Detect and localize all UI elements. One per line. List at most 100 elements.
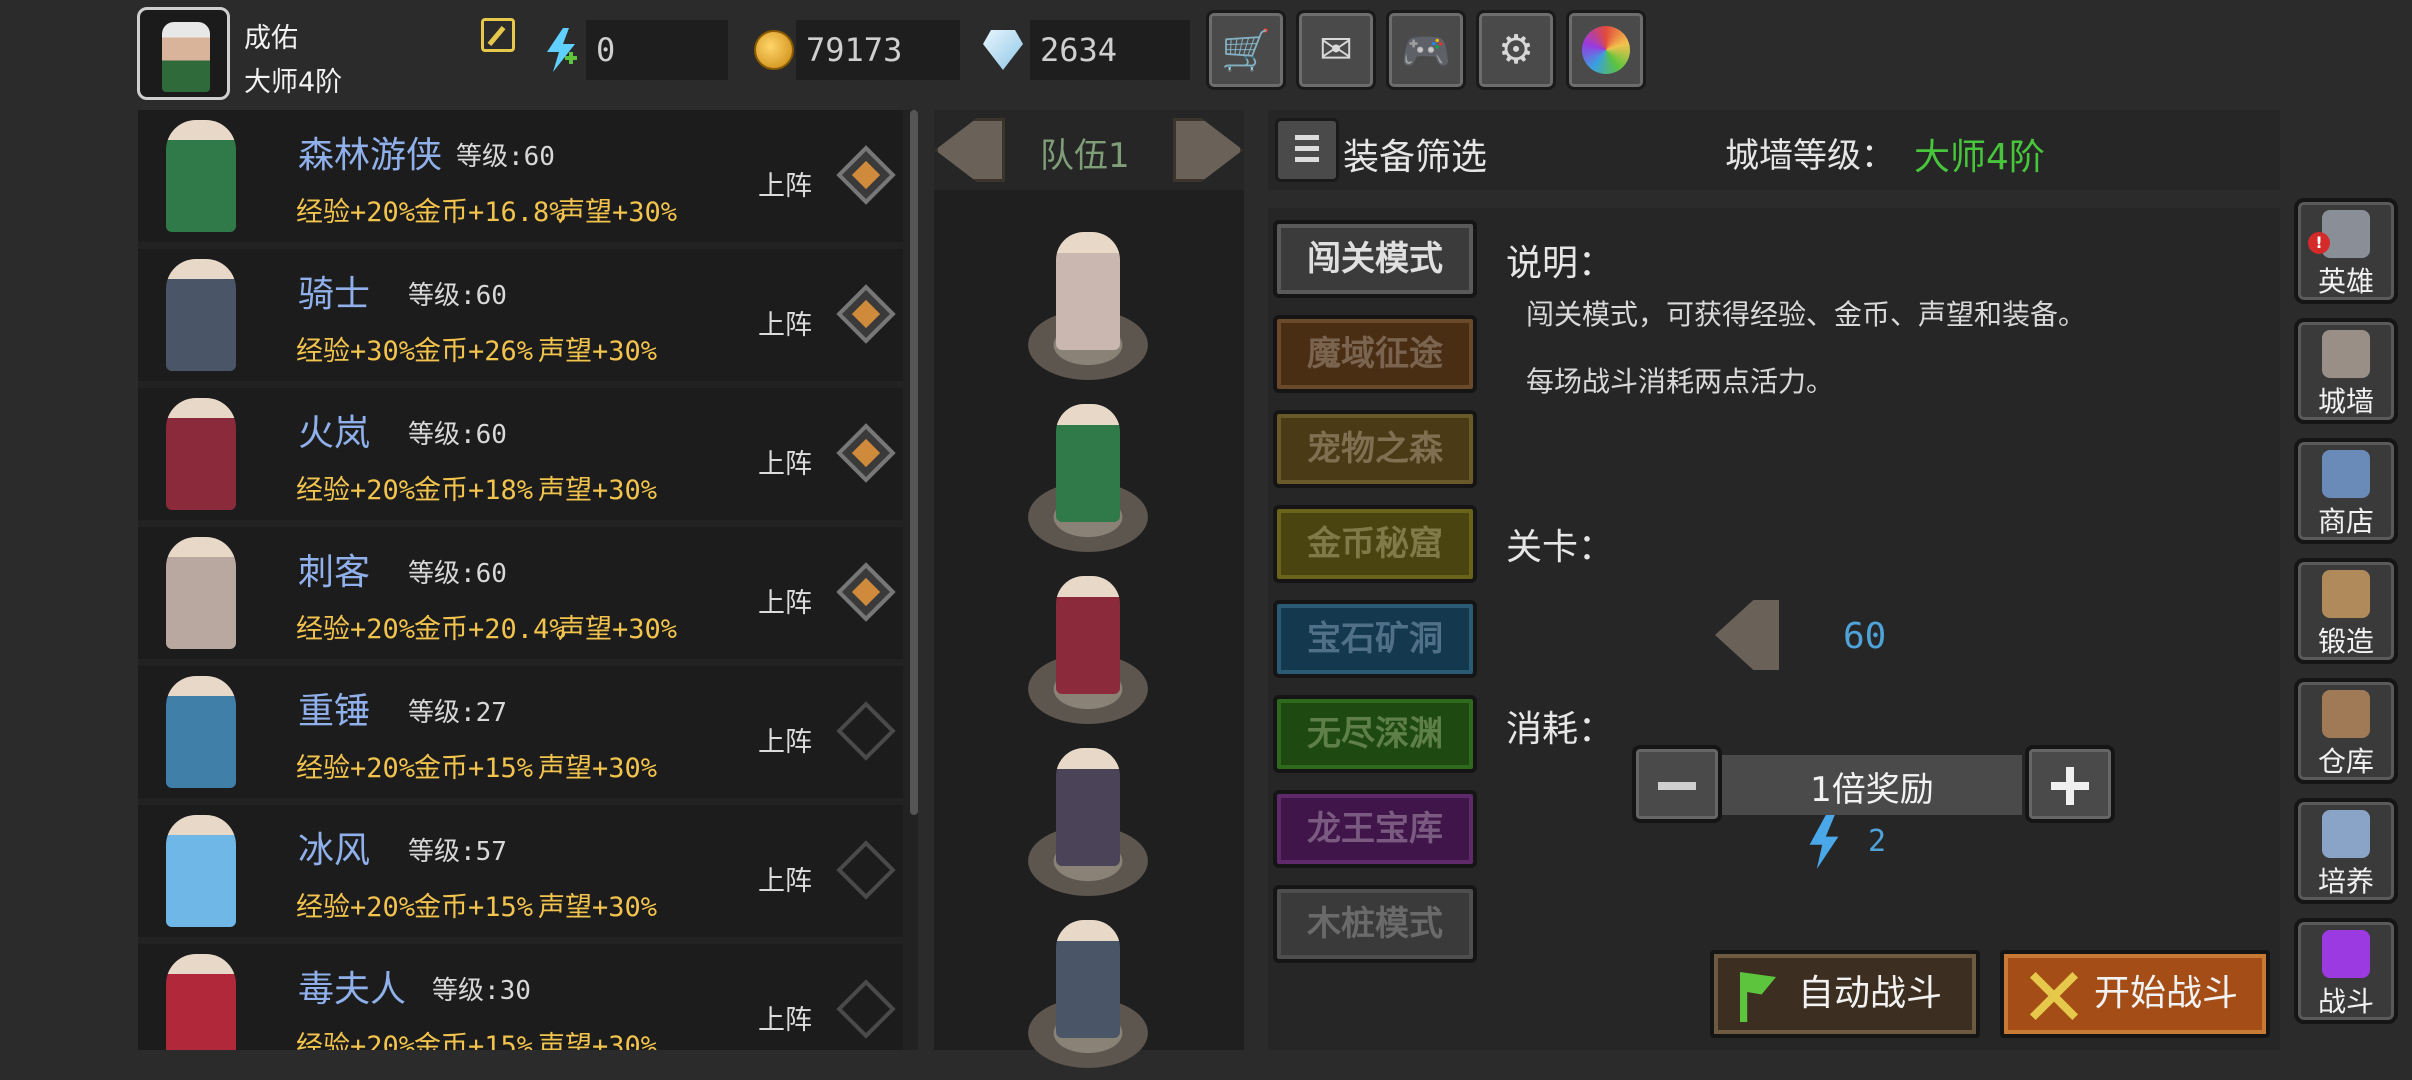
hero-list[interactable]: 森林游侠 等级:60 经验+20% 金币+16.8% 声望+30% 上阵 骑士 … — [138, 110, 918, 1050]
mode-button[interactable]: 魔域征途 — [1273, 315, 1477, 393]
gamepad-icon: 🎮 — [1401, 27, 1451, 74]
team-member-sprite[interactable] — [1056, 404, 1120, 522]
color-wheel-button[interactable] — [1566, 10, 1646, 90]
side-nav-chalice-button[interactable]: 培养 — [2294, 798, 2398, 904]
hero-level: 等级:27 — [408, 698, 507, 728]
energy-icon — [547, 28, 577, 72]
hero-row[interactable]: 毒夫人 等级:30 经验+20% 金币+15% 声望+30% 上阵 — [138, 944, 903, 1050]
hero-sprite — [166, 120, 236, 232]
castle-wall-icon — [2322, 330, 2370, 378]
gear-icon: ⚙ — [1498, 27, 1534, 73]
start-battle-button[interactable]: 开始战斗 — [2000, 950, 2270, 1038]
decrease-reward-button[interactable] — [1632, 745, 1722, 823]
equipment-filter-label[interactable]: 装备筛选 — [1343, 128, 1487, 180]
player-rank: 大师4阶 — [244, 67, 343, 98]
settings-button[interactable]: ⚙ — [1476, 10, 1556, 90]
increase-reward-button[interactable] — [2025, 745, 2115, 823]
portal-icon — [2322, 930, 2370, 978]
hero-row[interactable]: 森林游侠 等级:60 经验+20% 金币+16.8% 声望+30% 上阵 — [138, 110, 903, 242]
team-member-sprite[interactable] — [1056, 232, 1120, 350]
side-nav-label: 商店 — [2317, 505, 2374, 538]
hero-name: 冰风 — [298, 830, 371, 871]
hero-exp-bonus: 经验+20% — [296, 475, 416, 506]
deploy-toggle-icon[interactable] — [836, 145, 896, 205]
hero-exp-bonus: 经验+20% — [296, 614, 416, 645]
hero-fame-bonus: 声望+30% — [538, 753, 658, 784]
hero-name: 毒夫人 — [298, 969, 407, 1010]
player-avatar[interactable] — [137, 7, 230, 100]
hero-sprite — [166, 676, 236, 788]
mail-button[interactable]: ✉ — [1296, 10, 1376, 90]
hero-row[interactable]: 骑士 等级:60 经验+30% 金币+26% 声望+30% 上阵 — [138, 249, 903, 381]
side-nav-warehouse-button[interactable]: 仓库 — [2294, 678, 2398, 784]
side-nav-portal-button[interactable]: 战斗 — [2294, 918, 2398, 1024]
chalice-icon — [2322, 810, 2370, 858]
flag-icon — [1740, 972, 1776, 1022]
hero-row[interactable]: 重锤 等级:27 经验+20% 金币+15% 声望+30% 上阵 — [138, 666, 903, 798]
hero-deploy-label: 上阵 — [758, 310, 812, 341]
hero-name: 重锤 — [298, 691, 371, 732]
hero-level: 等级:60 — [456, 142, 555, 172]
hero-sprite — [166, 259, 236, 371]
side-nav-shop-button[interactable]: 商店 — [2294, 438, 2398, 544]
deploy-toggle-icon[interactable] — [836, 979, 896, 1039]
filter-list-icon[interactable] — [1275, 118, 1339, 182]
shop-cart-icon: 🛒 — [1221, 27, 1271, 74]
hero-deploy-label: 上阵 — [758, 866, 812, 897]
mode-button[interactable]: 无尽深渊 — [1273, 695, 1477, 773]
gamepad-button[interactable]: 🎮 — [1386, 10, 1466, 90]
wall-level-label: 城墙等级： — [1725, 136, 1895, 176]
energy-value: 0 — [586, 20, 728, 80]
side-nav-castle-wall-button[interactable]: 城墙 — [2294, 318, 2398, 424]
hero-level: 等级:60 — [408, 420, 507, 450]
color-wheel-icon — [1582, 26, 1630, 74]
hero-exp-bonus: 经验+20% — [296, 197, 416, 228]
side-nav-helmet-button[interactable]: ! 英雄 — [2294, 198, 2398, 304]
deploy-toggle-icon[interactable] — [836, 284, 896, 344]
mode-button[interactable]: 宝石矿洞 — [1273, 600, 1477, 678]
mode-button[interactable]: 宠物之森 — [1273, 410, 1477, 488]
mode-button[interactable]: 木桩模式 — [1273, 885, 1477, 963]
auto-battle-button[interactable]: 自动战斗 — [1710, 950, 1980, 1038]
hero-sprite — [166, 815, 236, 927]
team-member-sprite[interactable] — [1056, 748, 1120, 866]
deploy-toggle-icon[interactable] — [836, 562, 896, 622]
mode-button[interactable]: 闯关模式 — [1273, 220, 1477, 298]
side-nav-label: 锻造 — [2317, 625, 2374, 658]
energy-cost-value: 2 — [1868, 824, 1887, 859]
hero-level: 等级:60 — [408, 281, 507, 311]
description-title: 说明： — [1506, 243, 1615, 284]
helmet-icon — [2322, 210, 2370, 258]
deploy-toggle-icon[interactable] — [836, 701, 896, 761]
side-nav-label: 英雄 — [2317, 265, 2374, 298]
player-portrait — [162, 22, 210, 92]
hero-fame-bonus: 声望+30% — [538, 1031, 658, 1050]
team-member-sprite[interactable] — [1056, 576, 1120, 694]
description-line-1: 闯关模式，可获得经验、金币、声望和装备。 — [1526, 298, 2087, 331]
edit-name-icon[interactable] — [481, 18, 515, 52]
hero-row[interactable]: 冰风 等级:57 经验+20% 金币+15% 声望+30% 上阵 — [138, 805, 903, 937]
mode-button[interactable]: 金币秘窟 — [1273, 505, 1477, 583]
hero-deploy-label: 上阵 — [758, 727, 812, 758]
hero-row[interactable]: 刺客 等级:60 经验+20% 金币+20.4% 声望+30% 上阵 — [138, 527, 903, 659]
deploy-toggle-icon[interactable] — [836, 423, 896, 483]
hero-sprite — [166, 954, 236, 1050]
hero-fame-bonus: 声望+30% — [538, 475, 658, 506]
hero-row[interactable]: 火岚 等级:60 经验+20% 金币+18% 声望+30% 上阵 — [138, 388, 903, 520]
hero-fame-bonus: 声望+30% — [558, 197, 678, 228]
side-nav-anvil-button[interactable]: 锻造 — [2294, 558, 2398, 664]
anvil-icon — [2322, 570, 2370, 618]
hero-fame-bonus: 声望+30% — [558, 614, 678, 645]
deploy-toggle-icon[interactable] — [836, 840, 896, 900]
mode-button[interactable]: 龙王宝库 — [1273, 790, 1477, 868]
hero-list-scrollbar[interactable] — [910, 110, 918, 815]
description-line-2: 每场战斗消耗两点活力。 — [1526, 365, 1835, 398]
alert-badge: ! — [2308, 232, 2330, 254]
hero-sprite — [166, 537, 236, 649]
gold-value: 79173 — [796, 20, 960, 80]
shop-cart-button[interactable]: 🛒 — [1206, 10, 1286, 90]
hero-name: 骑士 — [298, 274, 371, 315]
hero-level: 等级:30 — [432, 976, 531, 1006]
mail-icon: ✉ — [1319, 27, 1353, 73]
team-member-sprite[interactable] — [1056, 920, 1120, 1038]
